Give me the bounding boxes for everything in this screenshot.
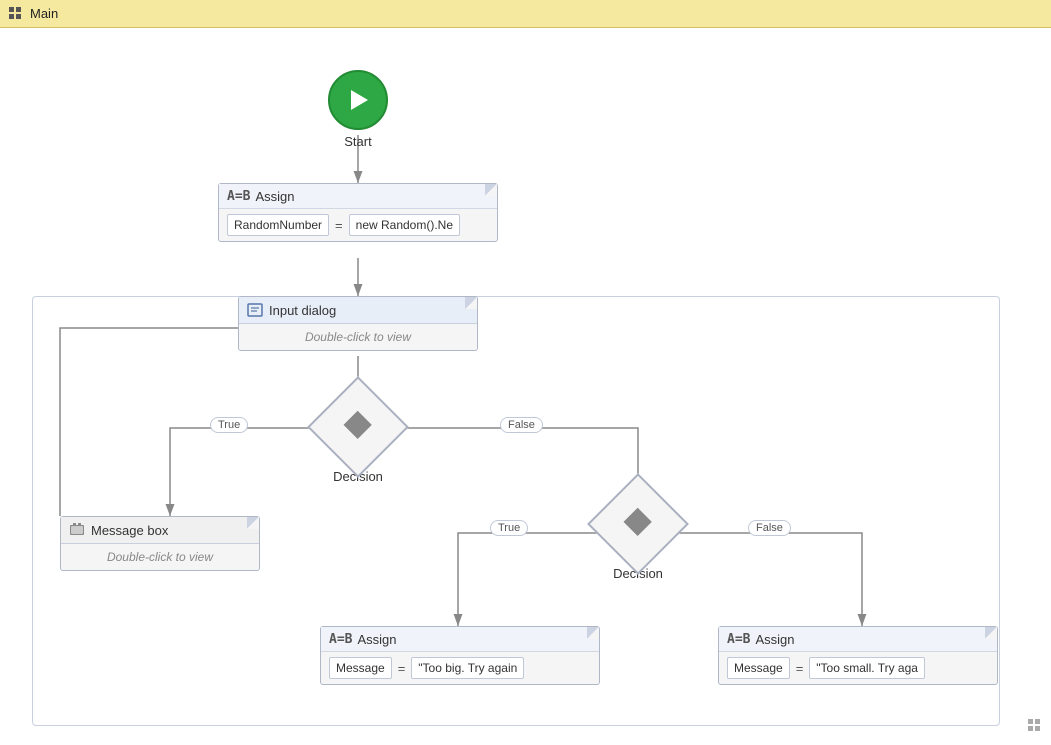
input-dialog-subtext: Double-click to view (239, 324, 477, 350)
assign2-header: A=B Assign (321, 627, 599, 652)
assign3-title: Assign (755, 632, 794, 647)
assign2-row: Message = "Too big. Try again (321, 652, 599, 684)
input-dialog-header: Input dialog (239, 297, 477, 324)
play-icon (344, 86, 372, 114)
start-label: Start (344, 134, 371, 149)
true-label-2: True (490, 520, 528, 536)
window-title: Main (30, 6, 58, 21)
assign3-field[interactable]: Message (727, 657, 790, 679)
assign3-eq: = (796, 661, 804, 676)
decision2-inner (623, 507, 653, 542)
corner-fold-3 (247, 517, 259, 529)
flow-canvas: Start A=B Assign RandomNumber = new Rand… (0, 28, 1051, 745)
assign2-icon: A=B (329, 632, 352, 647)
assign2-value[interactable]: "Too big. Try again (411, 657, 524, 679)
input-dialog-node[interactable]: Input dialog Double-click to view (238, 296, 478, 351)
decision1-node[interactable]: Decision (322, 391, 394, 484)
assign2-title: Assign (357, 632, 396, 647)
assign1-field[interactable]: RandomNumber (227, 214, 329, 236)
decision2-icon (623, 507, 653, 537)
assign2-node[interactable]: A=B Assign Message = "Too big. Try again (320, 626, 600, 685)
decision2-node[interactable]: Decision (602, 488, 674, 581)
corner-fold-4 (587, 627, 599, 639)
corner-fold-2 (465, 297, 477, 309)
start-node[interactable]: Start (328, 70, 388, 149)
message-box-subtext: Double-click to view (61, 544, 259, 570)
decision1-inner (343, 410, 373, 445)
assign2-field[interactable]: Message (329, 657, 392, 679)
message-box-node[interactable]: Message box Double-click to view (60, 516, 260, 571)
assign3-value[interactable]: "Too small. Try aga (809, 657, 925, 679)
decision1-diamond[interactable] (307, 376, 409, 478)
false-label-1: False (500, 417, 543, 433)
assign3-row: Message = "Too small. Try aga (719, 652, 997, 684)
input-dialog-title: Input dialog (269, 303, 336, 318)
message-box-header: Message box (61, 517, 259, 544)
assign3-icon: A=B (727, 632, 750, 647)
assign2-eq: = (398, 661, 406, 676)
start-circle[interactable] (328, 70, 388, 130)
assign1-header: A=B Assign (219, 184, 497, 209)
corner-fold-5 (985, 627, 997, 639)
assign3-header: A=B Assign (719, 627, 997, 652)
true-label-1: True (210, 417, 248, 433)
assign1-title: Assign (255, 189, 294, 204)
message-box-title: Message box (91, 523, 168, 538)
assign1-icon: A=B (227, 189, 250, 204)
input-dialog-icon (247, 302, 263, 318)
title-bar: Main (0, 0, 1051, 28)
assign1-row: RandomNumber = new Random().Ne (219, 209, 497, 241)
false-label-2: False (748, 520, 791, 536)
assign1-eq: = (335, 218, 343, 233)
corner-fold-1 (485, 184, 497, 196)
decision1-icon (343, 410, 373, 440)
bottom-right-icon (1027, 718, 1043, 739)
decision2-diamond[interactable] (587, 473, 689, 575)
assign1-node[interactable]: A=B Assign RandomNumber = new Random().N… (218, 183, 498, 242)
assign3-node[interactable]: A=B Assign Message = "Too small. Try aga (718, 626, 998, 685)
resize-icon (1027, 718, 1043, 734)
grid-icon (8, 6, 24, 22)
assign1-value[interactable]: new Random().Ne (349, 214, 460, 236)
message-box-icon (69, 522, 85, 538)
